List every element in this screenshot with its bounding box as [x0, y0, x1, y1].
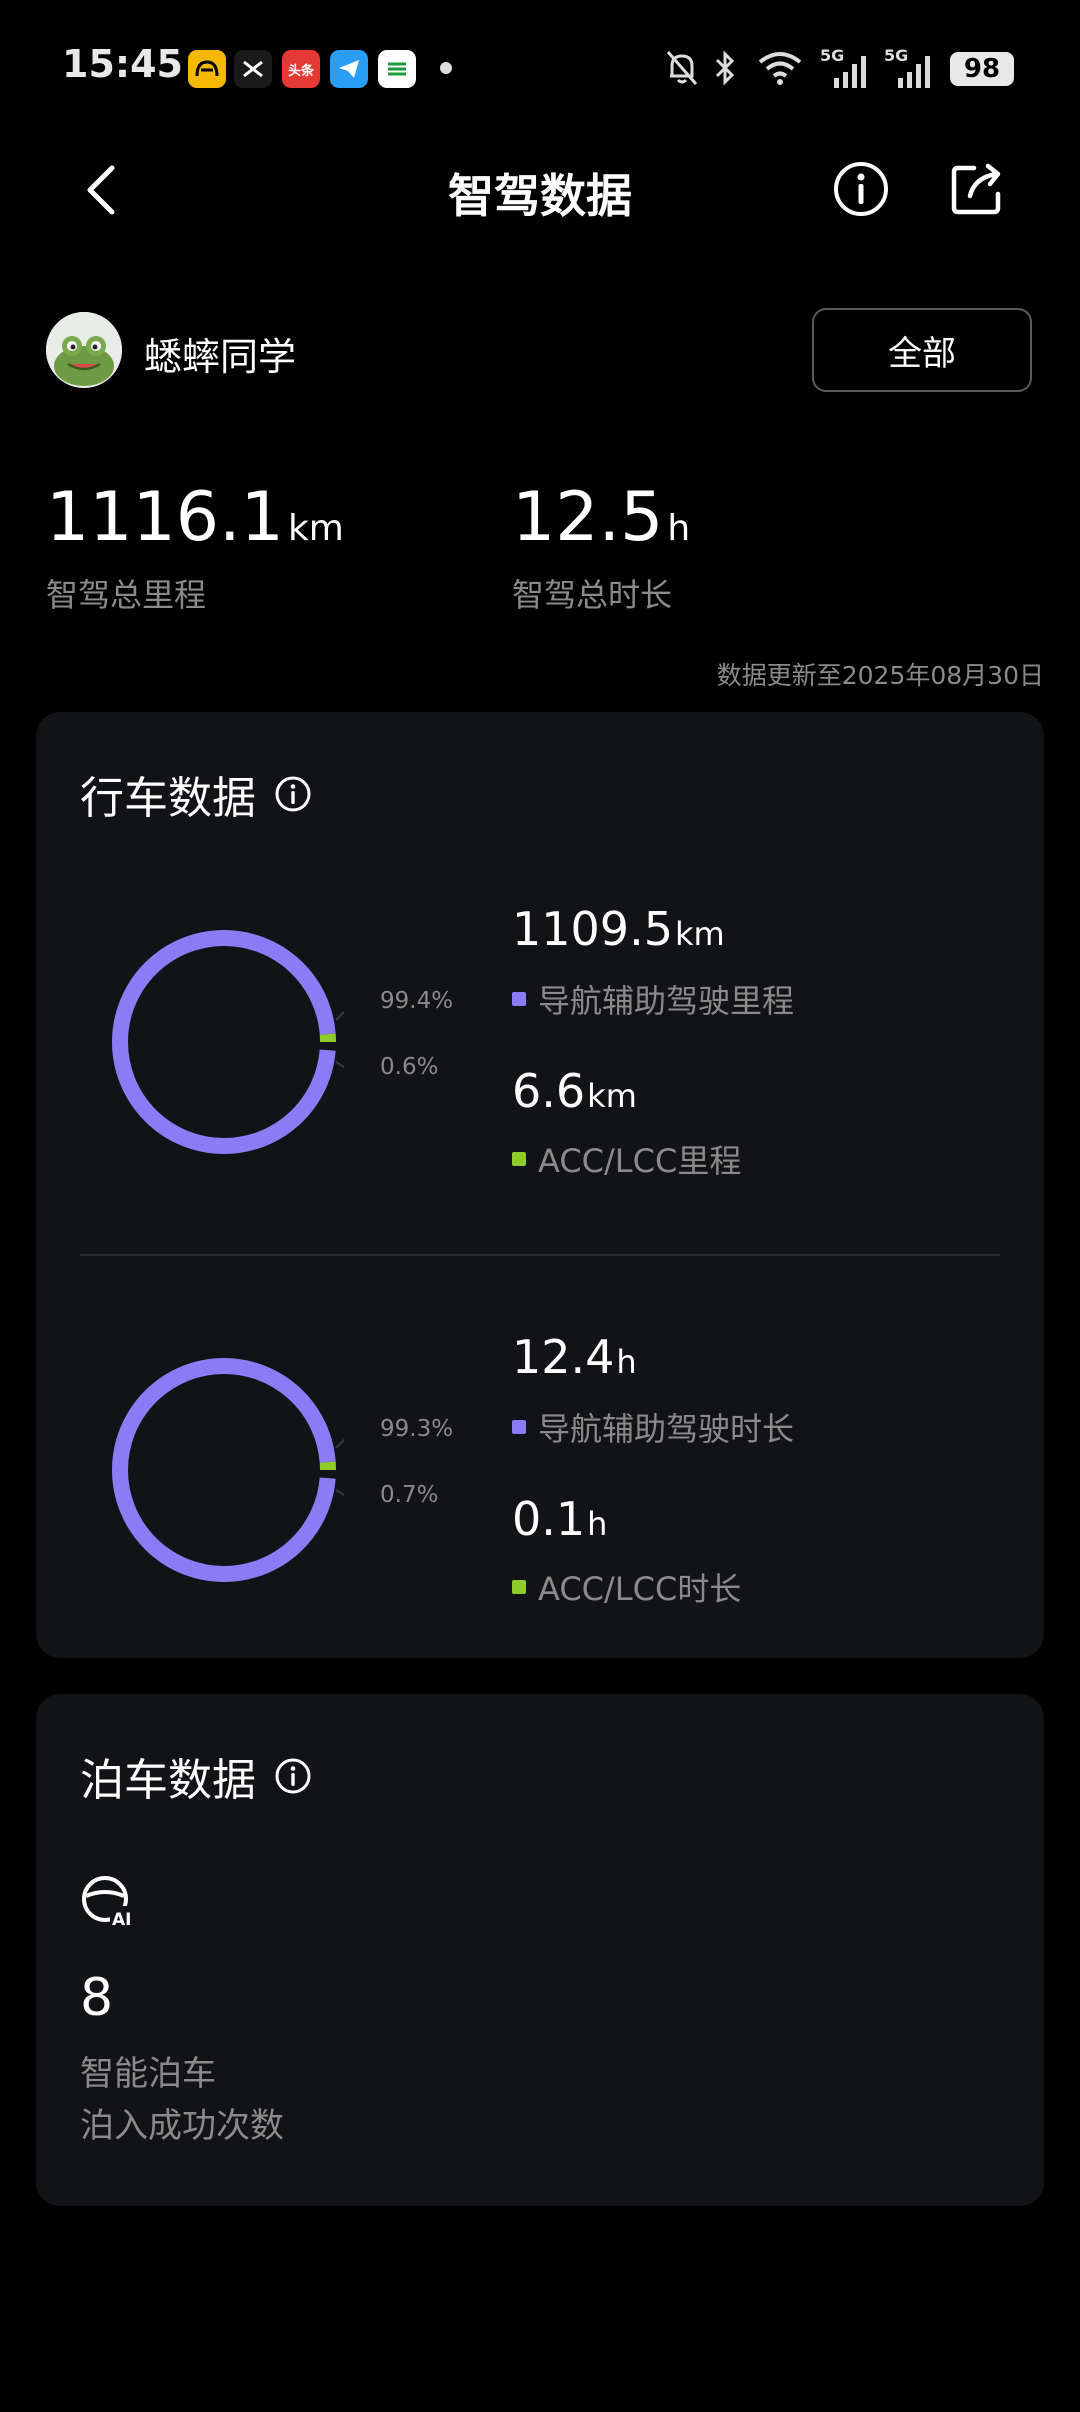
nav-legend-square	[512, 992, 526, 1006]
total-duration-value: 12.5	[512, 478, 664, 557]
ai-parking-icon: AI	[82, 1876, 138, 1928]
duration-nav-unit: h	[616, 1343, 637, 1381]
acc-legend-square	[512, 1152, 526, 1166]
signal-5g-icon-1: 5G	[820, 46, 870, 90]
more-notifications-dot	[440, 62, 452, 74]
parking-card-title: 泊车数据	[80, 1744, 312, 1808]
toutiao-app-icon: 头条	[282, 50, 320, 88]
app-notification-icon	[188, 50, 226, 88]
filter-all-button[interactable]: 全部	[812, 308, 1032, 392]
mileage-acc-number: 6.6	[512, 1064, 586, 1118]
update-date-text: 数据更新至2025年08月30日	[716, 661, 1044, 690]
mileage-nav-label-text: 导航辅助驾驶里程	[538, 982, 795, 1020]
total-mileage: 1116.1 km	[46, 478, 344, 557]
parking-count: 8	[80, 1968, 114, 2028]
post-app-icon	[378, 50, 416, 88]
duration-nav-leader-line	[335, 1438, 344, 1449]
card-divider	[80, 1254, 1000, 1256]
driving-title-text: 行车数据	[80, 773, 256, 824]
total-duration-label: 智驾总时长	[512, 576, 673, 614]
mileage-donut-chart	[112, 930, 344, 1154]
avatar[interactable]	[46, 312, 122, 388]
mileage-acc-label: ACC/LCC里程	[512, 1136, 741, 1182]
duration-acc-unit: h	[587, 1505, 608, 1543]
parking-label-2: 泊入成功次数	[80, 2106, 284, 2146]
mileage-acc-leader-line	[335, 1061, 344, 1069]
battery-indicator: 98	[950, 52, 1014, 86]
duration-acc-label: ACC/LCC时长	[512, 1564, 741, 1610]
mileage-nav-leader-line	[335, 1010, 344, 1021]
info-button[interactable]	[832, 160, 890, 218]
silent-icon	[664, 46, 700, 90]
page-title: 智驾数据	[448, 169, 632, 223]
total-mileage-value: 1116.1	[46, 478, 284, 557]
acc-legend-square	[512, 1580, 526, 1594]
duration-acc-number: 0.1	[512, 1492, 586, 1546]
duration-nav-value: 12.4h	[512, 1330, 637, 1384]
duration-nav-pct: 99.3%	[380, 1416, 454, 1442]
wifi-icon	[756, 46, 804, 90]
x-app-icon	[234, 50, 272, 88]
duration-acc-pct: 0.7%	[380, 1482, 439, 1508]
driving-card-title: 行车数据	[80, 762, 312, 826]
mileage-nav-value: 1109.5km	[512, 902, 725, 956]
duration-nav-label: 导航辅助驾驶时长	[512, 1404, 794, 1450]
total-duration: 12.5 h	[512, 478, 690, 557]
mileage-acc-pct: 0.6%	[380, 1054, 439, 1080]
share-button[interactable]	[948, 160, 1006, 218]
duration-acc-leader-line	[335, 1489, 344, 1497]
driving-info-icon[interactable]	[274, 775, 312, 813]
mileage-nav-unit: km	[674, 915, 725, 953]
mileage-acc-unit: km	[587, 1077, 637, 1115]
mileage-nav-number: 1109.5	[512, 902, 673, 956]
signal-5g-icon-2: 5G	[884, 46, 934, 90]
total-mileage-unit: km	[287, 508, 344, 549]
mileage-acc-value: 6.6km	[512, 1064, 637, 1118]
mileage-acc-label-text: ACC/LCC里程	[538, 1142, 742, 1180]
bluetooth-icon	[712, 46, 738, 90]
total-mileage-label: 智驾总里程	[46, 576, 207, 614]
mileage-nav-segment	[112, 930, 336, 1154]
mileage-nav-label: 导航辅助驾驶里程	[512, 976, 794, 1022]
nav-legend-square	[512, 1420, 526, 1434]
duration-acc-value: 0.1h	[512, 1492, 607, 1546]
mileage-nav-pct: 99.4%	[380, 988, 454, 1014]
duration-acc-label-text: ACC/LCC时长	[538, 1570, 742, 1608]
parking-title-text: 泊车数据	[80, 1755, 256, 1806]
parking-info-icon[interactable]	[274, 1757, 312, 1795]
duration-donut-chart	[112, 1358, 344, 1582]
svg-text:AI: AI	[112, 1910, 131, 1928]
user-name: 蟋蟀同学	[144, 335, 297, 379]
duration-nav-label-text: 导航辅助驾驶时长	[538, 1410, 795, 1448]
total-duration-unit: h	[667, 508, 691, 549]
status-time: 15:45	[62, 42, 183, 86]
duration-nav-segment	[112, 1358, 336, 1582]
telegram-app-icon	[330, 50, 368, 88]
parking-label-1: 智能泊车	[80, 2054, 216, 2094]
duration-nav-number: 12.4	[512, 1330, 615, 1384]
